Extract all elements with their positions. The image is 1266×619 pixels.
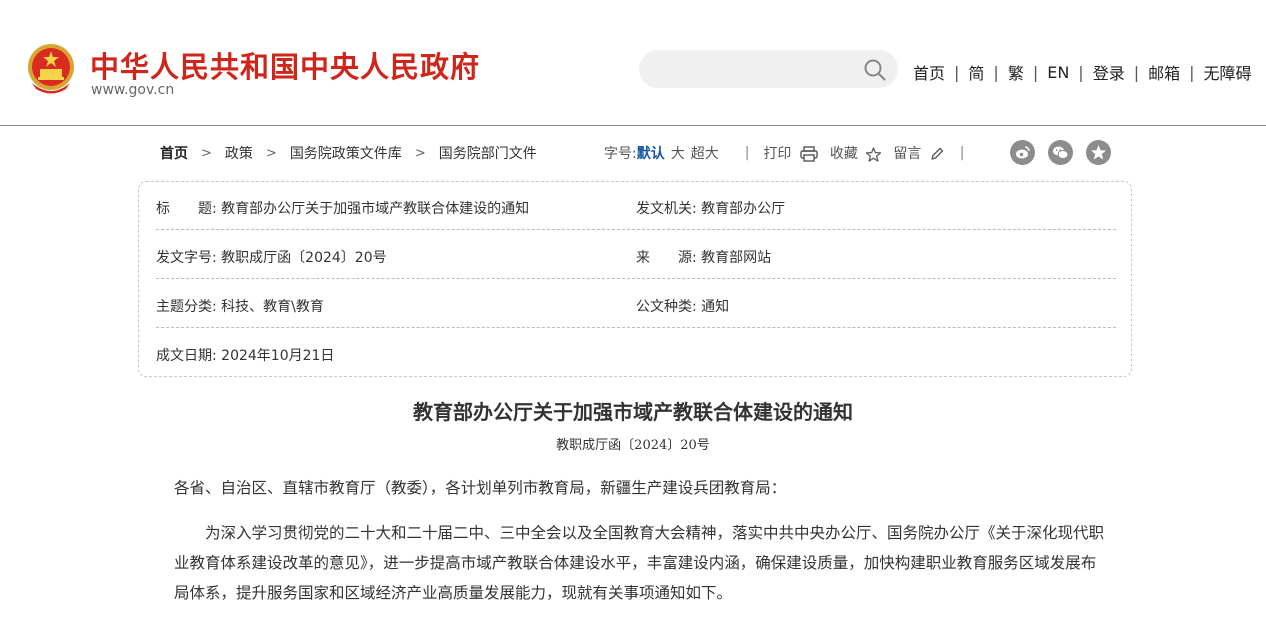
- wechat-icon: [1053, 146, 1069, 159]
- chevron-right-icon: >: [414, 145, 426, 161]
- share-buttons: [1010, 140, 1124, 165]
- date-field: 成文日期: 2024年10月21日: [156, 345, 334, 365]
- star-icon: [866, 146, 882, 162]
- nav-separator: |: [1032, 62, 1039, 82]
- nav-separator: |: [1189, 62, 1195, 82]
- source-value: 教育部网站: [701, 250, 772, 266]
- article-paragraph: 为深入学习贯彻党的二十大和二十届二中、三中全会以及全国教育大会精神，落实中共中央…: [174, 524, 1105, 602]
- doc-number-label: 发文字号:: [156, 250, 217, 266]
- issuer-label: 发文机关:: [636, 201, 697, 217]
- article-doc-number: 教职成厅函〔2024〕20号: [556, 438, 710, 453]
- topic-field: 主题分类: 科技、教育\教育: [156, 296, 324, 316]
- info-row: 发文字号: 教职成厅函〔2024〕20号 来 源: 教育部网站: [156, 231, 1116, 279]
- doc-number-value: 教职成厅函〔2024〕20号: [221, 250, 387, 266]
- title-value: 教育部办公厅关于加强市域产教联合体建设的通知: [221, 201, 530, 217]
- nav-separator: |: [1078, 62, 1084, 82]
- site-title[interactable]: 中华人民共和国中央人民政府: [90, 44, 480, 86]
- topic-value: 科技、教育\教育: [221, 299, 324, 315]
- search-icon[interactable]: [864, 59, 886, 81]
- nav-english-link[interactable]: EN: [1047, 63, 1069, 82]
- nav-home-link[interactable]: 首页: [913, 60, 945, 84]
- top-nav: 首页 | 简 | 繁 | EN | 登录 | 邮箱 | 无障碍: [913, 60, 1252, 84]
- pencil-icon: [931, 147, 943, 160]
- nav-traditional-link[interactable]: 繁: [1008, 60, 1024, 84]
- info-row: 标 题: 教育部办公厅关于加强市域产教联合体建设的通知 发文机关: 教育部办公厅: [156, 182, 1116, 230]
- nav-separator: |: [993, 62, 999, 82]
- nav-separator: |: [954, 62, 960, 82]
- comment-button[interactable]: 留言: [893, 143, 943, 163]
- chevron-right-icon: >: [265, 145, 277, 161]
- qzone-share-button[interactable]: [1086, 140, 1111, 165]
- issuer-value: 教育部办公厅: [701, 201, 786, 217]
- breadcrumb-department-docs[interactable]: 国务院部门文件: [439, 143, 537, 163]
- font-size-default-button[interactable]: 默认: [637, 143, 665, 163]
- source-label: 来 源:: [636, 250, 697, 266]
- nav-accessibility-link[interactable]: 无障碍: [1204, 60, 1252, 84]
- site-header: 中华人民共和国中央人民政府 www.gov.cn 首页 | 简 | 繁 | EN | 登…: [0, 0, 1266, 126]
- date-label: 成文日期:: [156, 348, 217, 364]
- chevron-right-icon: >: [201, 145, 212, 161]
- source-field: 来 源: 教育部网站: [636, 247, 771, 267]
- national-emblem-icon[interactable]: [26, 43, 76, 95]
- weibo-share-button[interactable]: [1010, 140, 1035, 165]
- nav-separator: |: [1133, 62, 1140, 82]
- breadcrumb-policy-library[interactable]: 国务院政策文件库: [290, 143, 402, 163]
- title-label: 标 题:: [156, 201, 217, 217]
- toolbar-separator: |: [959, 145, 965, 161]
- doc-type-value: 通知: [701, 299, 730, 315]
- issuer-field: 发文机关: 教育部办公厅: [636, 198, 785, 218]
- site-url: www.gov.cn: [91, 82, 175, 98]
- toolbar-separator: |: [744, 145, 750, 161]
- nav-login-link[interactable]: 登录: [1093, 60, 1125, 84]
- article-toolbar: 字号: 默认 大 超大 | 打印 收藏 留言 |: [604, 143, 965, 163]
- breadcrumb: 首页 > 政策 > 国务院政策文件库 > 国务院部门文件: [160, 143, 537, 163]
- document-info-box: 标 题: 教育部办公厅关于加强市域产教联合体建设的通知 发文机关: 教育部办公厅…: [138, 181, 1132, 377]
- info-row: 主题分类: 科技、教育\教育 公文种类: 通知: [156, 280, 1116, 328]
- date-value: 2024年10月21日: [221, 348, 335, 364]
- print-label: 打印: [763, 146, 792, 162]
- favorite-button[interactable]: 收藏: [829, 143, 882, 163]
- font-size-xlarge-button[interactable]: 超大: [691, 143, 719, 163]
- breadcrumb-policy[interactable]: 政策: [225, 143, 253, 163]
- font-size-label: 字号:: [604, 146, 637, 162]
- title-field: 标 题: 教育部办公厅关于加强市域产教联合体建设的通知: [156, 198, 529, 218]
- wechat-share-button[interactable]: [1048, 140, 1073, 165]
- weibo-icon: [1016, 146, 1030, 159]
- doc-type-label: 公文种类:: [636, 299, 697, 315]
- doc-type-field: 公文种类: 通知: [636, 296, 729, 316]
- article-salutation: 各省、自治区、直辖市教育厅（教委），各计划单列市教育局，新疆生产建设兵团教育局：: [174, 479, 787, 497]
- nav-simplified-link[interactable]: 简: [968, 60, 984, 84]
- breadcrumb-home[interactable]: 首页: [160, 143, 188, 163]
- nav-mail-link[interactable]: 邮箱: [1148, 60, 1180, 84]
- font-size-large-button[interactable]: 大: [671, 143, 685, 163]
- star-icon: [1091, 145, 1106, 160]
- printer-icon: [800, 146, 818, 162]
- search-input[interactable]: [639, 50, 898, 88]
- favorite-label: 收藏: [829, 146, 858, 162]
- print-button[interactable]: 打印: [763, 143, 818, 163]
- doc-number-field: 发文字号: 教职成厅函〔2024〕20号: [156, 247, 387, 267]
- article-title: 教育部办公厅关于加强市域产教联合体建设的通知: [413, 400, 853, 424]
- info-row: 成文日期: 2024年10月21日: [156, 329, 1116, 377]
- comment-label: 留言: [893, 146, 922, 162]
- topic-label: 主题分类:: [156, 299, 217, 315]
